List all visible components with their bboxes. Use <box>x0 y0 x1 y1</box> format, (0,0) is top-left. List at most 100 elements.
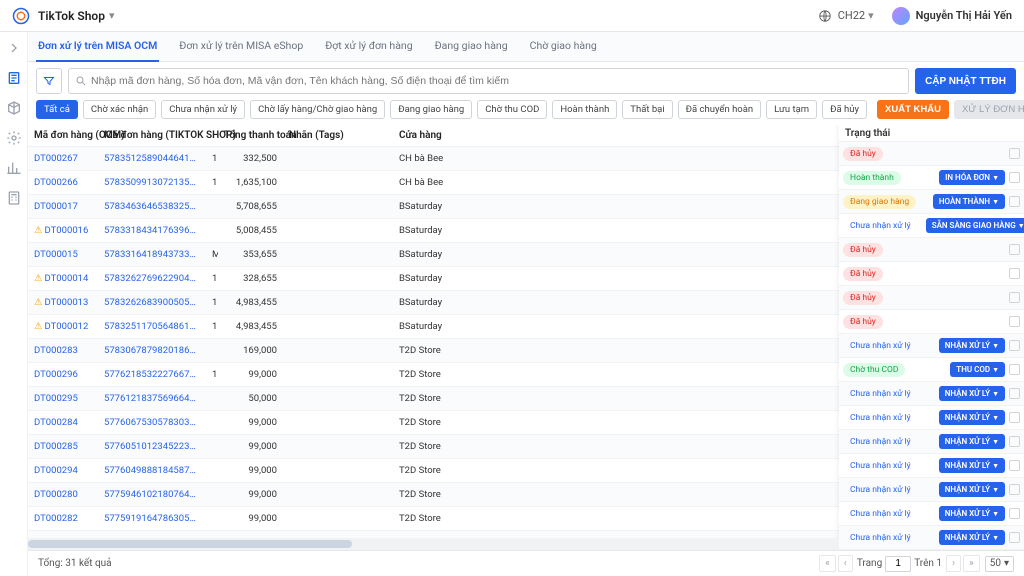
row-checkbox[interactable] <box>1009 412 1020 423</box>
page-last-button[interactable]: » <box>963 555 980 572</box>
expand-icon[interactable] <box>6 40 22 56</box>
col-tags[interactable]: Nhãn (Tags) <box>283 130 393 141</box>
table-row[interactable]: DT00028557760510123452233999,000T2D Stor… <box>28 435 839 459</box>
order-tiktok-link[interactable]: 578326276962290437 <box>98 273 206 284</box>
col-store[interactable]: Cửa hàng <box>393 130 839 141</box>
row-checkbox[interactable] <box>1009 532 1020 543</box>
orders-icon[interactable] <box>6 70 22 86</box>
tab[interactable]: Đợt xử lý đơn hàng <box>323 31 414 62</box>
row-action-button[interactable]: HOÀN THÀNH▼ <box>933 194 1005 209</box>
table-row[interactable]: DT000283578306787982018652169,000T2D Sto… <box>28 339 839 363</box>
filter-chip[interactable]: Đã hủy <box>822 100 867 119</box>
globe-icon[interactable] <box>818 9 832 23</box>
order-tiktok-link[interactable]: 577612183756966445 <box>98 393 206 404</box>
table-row[interactable]: ⚠DT0000145783262769622904371328,655BSatu… <box>28 267 839 291</box>
page-next-button[interactable]: › <box>946 555 961 572</box>
col-tiktok[interactable]: Mã đơn hàng (TIKTOK SHOP) <box>98 130 206 141</box>
col-ocm[interactable]: Mã đơn hàng (OCM) <box>28 130 98 141</box>
page-prev-button[interactable]: ‹ <box>838 555 853 572</box>
gear-icon[interactable] <box>6 130 22 146</box>
order-tiktok-link[interactable]: 577604988818458772 <box>98 465 206 476</box>
order-ocm-link[interactable]: DT000284 <box>28 417 98 428</box>
order-tiktok-link[interactable]: 578346364653832537 <box>98 201 206 212</box>
search-input[interactable] <box>87 75 902 87</box>
tab[interactable]: Chờ giao hàng <box>528 31 599 62</box>
shop-name[interactable]: TikTok Shop <box>38 9 105 23</box>
table-row[interactable]: DT00028057759461021807646799,000T2D Stor… <box>28 483 839 507</box>
table-row[interactable]: DT00026657835099130721357311,635,100CH b… <box>28 171 839 195</box>
filter-chip[interactable]: Tất cả <box>36 100 78 119</box>
row-checkbox[interactable] <box>1009 148 1020 159</box>
filter-chip[interactable]: Đã chuyển hoàn <box>678 100 761 119</box>
col-total[interactable]: Tổng thanh toán <box>218 130 283 141</box>
table-row[interactable]: ⚠DT00001257832511705648614914,983,455BSa… <box>28 315 839 339</box>
table-row[interactable]: ⚠DT00001357832626839005056514,983,455BSa… <box>28 291 839 315</box>
row-action-button[interactable]: IN HÓA ĐƠN▼ <box>939 170 1005 185</box>
filter-chip[interactable]: Thất bại <box>622 100 672 119</box>
order-ocm-link[interactable]: DT000266 <box>28 177 98 188</box>
channel-label[interactable]: CH22 <box>838 9 865 22</box>
order-tiktok-link[interactable]: 578306787982018652 <box>98 345 206 356</box>
order-tiktok-link[interactable]: 578350991307213573 <box>98 177 206 188</box>
row-action-button[interactable]: NHẬN XỬ LÝ▼ <box>939 530 1005 545</box>
row-action-button[interactable]: NHẬN XỬ LÝ▼ <box>939 482 1005 497</box>
search-field[interactable] <box>68 68 909 94</box>
table-row[interactable]: DT000296577621853222766760199,000T2D Sto… <box>28 363 839 387</box>
order-tiktok-link[interactable]: 578331843417639685 <box>98 225 206 236</box>
order-ocm-link[interactable]: DT000015 <box>28 249 98 260</box>
filter-chip[interactable]: Đang giao hàng <box>390 100 472 119</box>
row-checkbox[interactable] <box>1009 364 1020 375</box>
update-status-button[interactable]: CẬP NHẬT TTĐH <box>915 68 1016 94</box>
table-row[interactable]: ⚠DT0000165783318434176396855,008,455BSat… <box>28 219 839 243</box>
filter-chip[interactable]: Chờ xác nhận <box>83 100 156 119</box>
order-ocm-link[interactable]: DT000285 <box>28 441 98 452</box>
order-ocm-link[interactable]: DT000017 <box>28 201 98 212</box>
box-icon[interactable] <box>6 100 22 116</box>
row-checkbox[interactable] <box>1009 340 1020 351</box>
table-row[interactable]: DT00028257759191647863050999,000T2D Stor… <box>28 507 839 531</box>
row-action-button[interactable]: SẴN SÀNG GIAO HÀNG▼ <box>926 218 1024 233</box>
order-tiktok-link[interactable]: 577605101234522339 <box>98 441 206 452</box>
horizontal-scrollbar[interactable] <box>28 538 839 550</box>
tab[interactable]: Đơn xử lý trên MISA eShop <box>177 31 305 62</box>
user-avatar[interactable] <box>892 7 910 25</box>
row-action-button[interactable]: NHẬN XỬ LÝ▼ <box>939 458 1005 473</box>
table-row[interactable]: DT00028157757915660212921099,000T2D Stor… <box>28 531 839 538</box>
row-action-button[interactable]: NHẬN XỬ LÝ▼ <box>939 506 1005 521</box>
row-action-button[interactable]: THU COD▼ <box>950 362 1005 377</box>
order-tiktok-link[interactable]: 578331641894373383 <box>98 249 206 260</box>
order-ocm-link[interactable]: ⚠DT000013 <box>28 297 98 308</box>
order-tiktok-link[interactable]: 577606753057830378 <box>98 417 206 428</box>
table-row[interactable]: DT00029457760498881845877299,000T2D Stor… <box>28 459 839 483</box>
row-checkbox[interactable] <box>1009 172 1020 183</box>
row-action-button[interactable]: NHẬN XỬ LÝ▼ <box>939 386 1005 401</box>
order-ocm-link[interactable]: ⚠DT000016 <box>28 225 98 236</box>
page-size-select[interactable]: 50▾ <box>985 556 1014 572</box>
row-checkbox[interactable] <box>1009 292 1020 303</box>
row-checkbox[interactable] <box>1009 436 1020 447</box>
order-ocm-link[interactable]: ⚠DT000014 <box>28 273 98 284</box>
filter-chip[interactable]: Chờ thu COD <box>477 100 547 119</box>
filter-chip[interactable]: Chờ lấy hàng/Chờ giao hàng <box>250 100 385 119</box>
table-row[interactable]: DT000015578331641894373383M353,655BSatur… <box>28 243 839 267</box>
tab[interactable]: Đơn xử lý trên MISA OCM <box>36 31 159 62</box>
table-row[interactable]: DT0002675783512589044641331332,500CH bà … <box>28 147 839 171</box>
row-action-button[interactable]: NHẬN XỬ LÝ▼ <box>939 410 1005 425</box>
order-ocm-link[interactable]: DT000282 <box>28 513 98 524</box>
row-action-button[interactable]: NHẬN XỬ LÝ▼ <box>939 338 1005 353</box>
row-checkbox[interactable] <box>1009 316 1020 327</box>
order-tiktok-link[interactable]: 578326268390050565 <box>98 297 206 308</box>
order-tiktok-link[interactable]: 577594610218076467 <box>98 489 206 500</box>
table-row[interactable]: DT00029557761218375696644550,000T2D Stor… <box>28 387 839 411</box>
export-button[interactable]: XUẤT KHẨU <box>877 100 949 119</box>
tab[interactable]: Đang giao hàng <box>433 31 510 62</box>
order-ocm-link[interactable]: ⚠DT000012 <box>28 321 98 332</box>
row-action-button[interactable]: NHẬN XỬ LÝ▼ <box>939 434 1005 449</box>
order-ocm-link[interactable]: DT000283 <box>28 345 98 356</box>
channel-dropdown-icon[interactable]: ▾ <box>868 9 874 22</box>
filter-chip[interactable]: Lưu tạm <box>766 100 817 119</box>
row-checkbox[interactable] <box>1009 268 1020 279</box>
chart-icon[interactable] <box>6 160 22 176</box>
row-checkbox[interactable] <box>1009 460 1020 471</box>
calc-icon[interactable] <box>6 190 22 206</box>
